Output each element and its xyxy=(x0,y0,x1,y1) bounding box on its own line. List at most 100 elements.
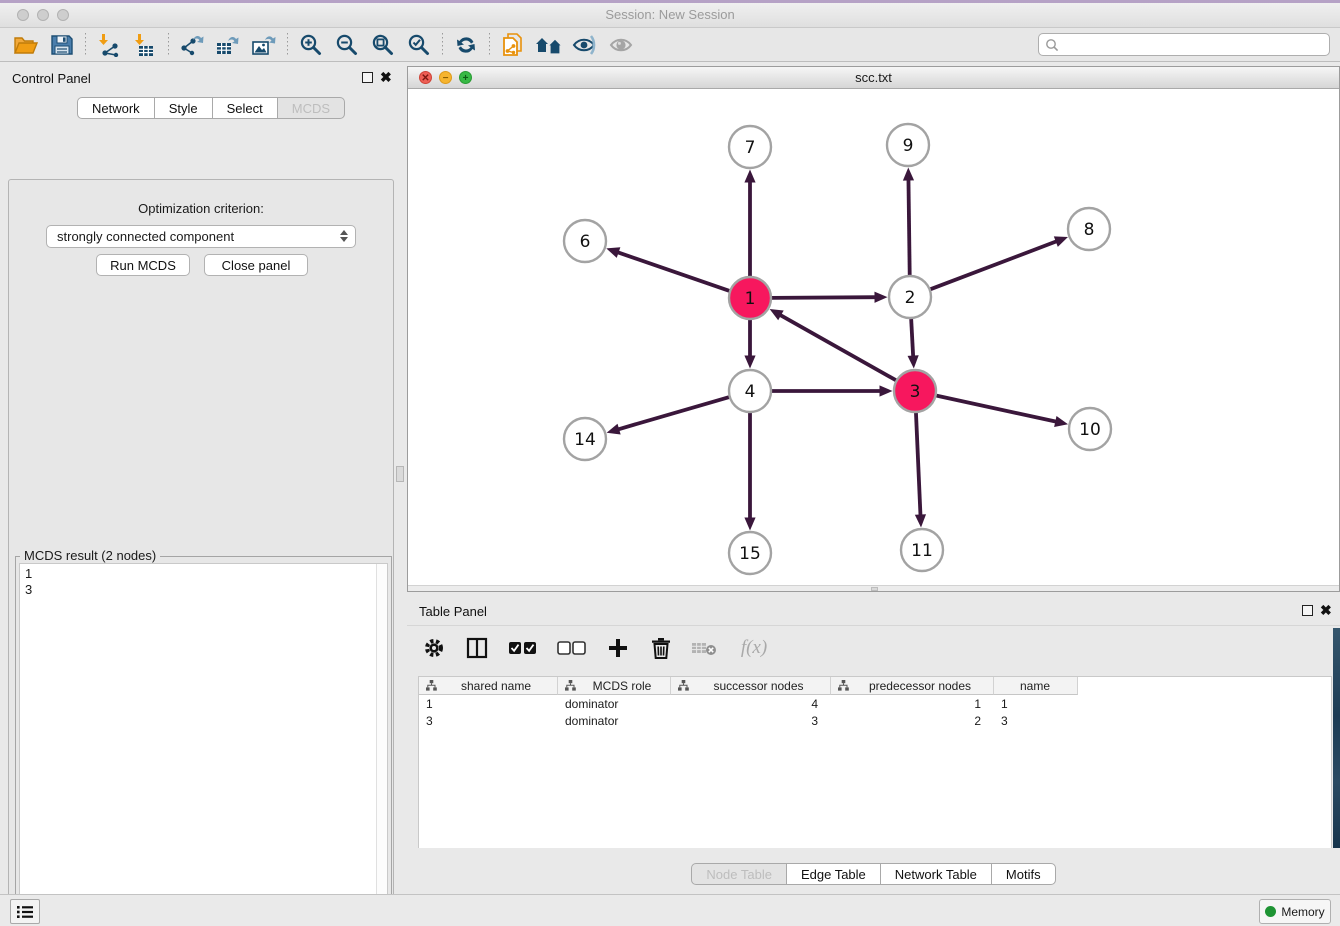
cell-shared-name[interactable]: 1 xyxy=(419,695,558,712)
close-table-panel-icon[interactable]: ✖ xyxy=(1320,602,1332,618)
result-scrollbar[interactable] xyxy=(376,564,387,926)
import-table-icon[interactable] xyxy=(127,30,163,60)
column-header-successor-nodes[interactable]: successor nodes xyxy=(671,677,831,695)
tab-mcds[interactable]: MCDS xyxy=(277,97,345,119)
tab-network-table[interactable]: Network Table xyxy=(880,863,992,885)
window-top-edge xyxy=(0,0,1340,3)
graph-edge-3-11[interactable] xyxy=(916,413,921,517)
graph-node-label: 14 xyxy=(574,430,596,450)
select-all-icon[interactable] xyxy=(507,635,539,661)
network-canvas[interactable]: 7968124314101511 xyxy=(408,89,1339,586)
zoom-selected-icon[interactable] xyxy=(401,30,437,60)
first-neighbors-icon[interactable] xyxy=(531,30,567,60)
close-panel-button[interactable]: Close panel xyxy=(204,254,308,276)
cell-name[interactable]: 3 xyxy=(994,712,1078,729)
tab-node-table[interactable]: Node Table xyxy=(691,863,787,885)
cell-predecessor-nodes[interactable]: 1 xyxy=(831,695,994,712)
graph-edge-2-8[interactable] xyxy=(931,241,1058,289)
run-mcds-button[interactable]: Run MCDS xyxy=(96,254,190,276)
graph-edge-3-1[interactable] xyxy=(779,314,896,380)
search-input[interactable] xyxy=(1059,38,1323,52)
table-scrollbar-strip[interactable] xyxy=(1333,628,1340,848)
cell-predecessor-nodes[interactable]: 2 xyxy=(831,712,994,729)
export-network-icon[interactable] xyxy=(174,30,210,60)
edge-arrowhead xyxy=(744,170,755,183)
edge-arrowhead xyxy=(874,292,887,303)
zoom-out-icon[interactable] xyxy=(329,30,365,60)
import-network-icon[interactable] xyxy=(91,30,127,60)
memory-label: Memory xyxy=(1281,905,1324,919)
tab-network[interactable]: Network xyxy=(77,97,155,119)
delete-column-icon[interactable] xyxy=(648,635,674,661)
edge-arrowhead xyxy=(915,514,926,527)
zoom-fit-icon[interactable] xyxy=(365,30,401,60)
search-icon xyxy=(1045,38,1059,52)
frame-resize-handle[interactable] xyxy=(871,587,878,591)
apply-preferred-layout-icon[interactable] xyxy=(448,30,484,60)
cell-successor-nodes[interactable]: 3 xyxy=(671,712,831,729)
network-frame-title: scc.txt xyxy=(408,70,1339,85)
column-type-icon xyxy=(565,680,576,691)
hide-selected-icon[interactable] xyxy=(567,30,603,60)
cell-name[interactable]: 1 xyxy=(994,695,1078,712)
main-toolbar xyxy=(0,28,1340,62)
toolbar-separator xyxy=(489,33,490,57)
tab-edge-table[interactable]: Edge Table xyxy=(786,863,881,885)
export-table-icon[interactable] xyxy=(210,30,246,60)
memory-button[interactable]: Memory xyxy=(1259,899,1331,924)
app-titlebar: Session: New Session xyxy=(0,0,1340,28)
memory-status-icon xyxy=(1265,906,1276,917)
graph-edge-2-9[interactable] xyxy=(908,178,909,275)
settings-gear-icon[interactable] xyxy=(421,635,447,661)
graph-edge-1-6[interactable] xyxy=(617,252,730,291)
column-header-name[interactable]: name xyxy=(994,677,1078,695)
table-tabs: Node Table Edge Table Network Table Moti… xyxy=(407,863,1340,885)
toolbar-separator xyxy=(85,33,86,57)
mcds-result-group: MCDS result (2 nodes) 1 3 xyxy=(15,556,392,926)
float-panel-icon[interactable] xyxy=(362,72,373,83)
deselect-all-icon[interactable] xyxy=(556,635,588,661)
show-all-icon[interactable] xyxy=(603,30,639,60)
cell-mcds-role[interactable]: dominator xyxy=(558,712,671,729)
column-header-mcds-role[interactable]: MCDS role xyxy=(558,677,671,695)
list-icon xyxy=(16,904,34,920)
tab-style[interactable]: Style xyxy=(154,97,213,119)
cell-mcds-role[interactable]: dominator xyxy=(558,695,671,712)
edge-arrowhead xyxy=(607,424,621,435)
close-panel-icon[interactable]: ✖ xyxy=(380,69,392,85)
task-history-button[interactable] xyxy=(10,899,40,924)
split-columns-icon[interactable] xyxy=(464,635,490,661)
mcds-result-textarea[interactable]: 1 3 xyxy=(19,563,388,926)
panel-splitter-handle[interactable] xyxy=(396,466,404,482)
edge-arrowhead xyxy=(606,247,620,258)
criterion-dropdown[interactable]: strongly connected component xyxy=(46,225,356,248)
graph-edge-4-14[interactable] xyxy=(617,397,729,429)
table-row[interactable]: 3 dominator 3 2 3 xyxy=(419,712,1331,729)
save-session-icon[interactable] xyxy=(44,30,80,60)
add-column-icon[interactable] xyxy=(605,635,631,661)
cell-successor-nodes[interactable]: 4 xyxy=(671,695,831,712)
graph-edge-1-2[interactable] xyxy=(772,297,877,298)
network-frame-titlebar: ✕ − + scc.txt xyxy=(408,67,1339,89)
float-table-panel-icon[interactable] xyxy=(1302,605,1313,616)
open-session-icon[interactable] xyxy=(8,30,44,60)
column-header-shared-name[interactable]: shared name xyxy=(419,677,558,695)
function-builder-icon: f(x) xyxy=(734,635,774,661)
table-row[interactable]: 1 dominator 4 1 1 xyxy=(419,695,1331,712)
tab-select[interactable]: Select xyxy=(212,97,278,119)
export-image-icon[interactable] xyxy=(246,30,282,60)
column-header-predecessor-nodes[interactable]: predecessor nodes xyxy=(831,677,994,695)
edge-arrowhead xyxy=(744,518,755,531)
zoom-in-icon[interactable] xyxy=(293,30,329,60)
search-field[interactable] xyxy=(1038,33,1330,56)
clone-network-icon[interactable] xyxy=(495,30,531,60)
criterion-value: strongly connected component xyxy=(57,229,234,244)
mcds-result-title: MCDS result (2 nodes) xyxy=(20,548,160,563)
graph-edge-3-10[interactable] xyxy=(936,396,1057,422)
tab-motifs[interactable]: Motifs xyxy=(991,863,1056,885)
edge-arrowhead xyxy=(744,356,755,369)
graph-edge-2-3[interactable] xyxy=(911,319,913,358)
control-panel-header: Control Panel ✖ xyxy=(0,62,402,92)
cell-shared-name[interactable]: 3 xyxy=(419,712,558,729)
toolbar-separator xyxy=(442,33,443,57)
